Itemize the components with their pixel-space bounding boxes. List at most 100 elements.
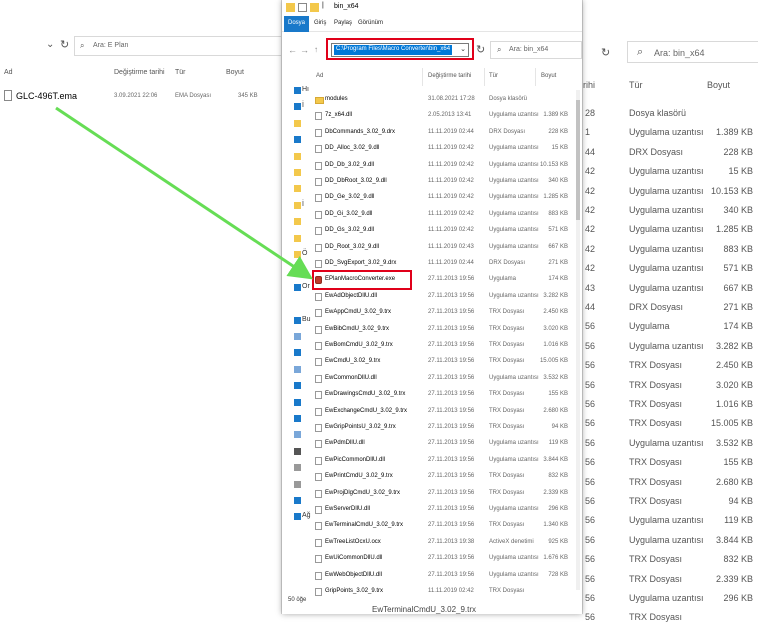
file-row[interactable]: EwDrawingsCmdU_3.02_9.trx 27.11.2013 19:5… bbox=[312, 387, 582, 403]
nav-pane-item[interactable] bbox=[286, 379, 308, 395]
file-row[interactable]: 56 TRX Dosyası 832 KB bbox=[583, 550, 758, 569]
file-row[interactable]: 42 Uygulama uzantısı 1.285 KB bbox=[583, 220, 758, 239]
back-icon[interactable]: ← bbox=[288, 45, 297, 55]
nav-pane-item[interactable] bbox=[286, 150, 308, 166]
file-row[interactable]: EwPdmDllU.dll 27.11.2013 19:56 Uygulama uz… bbox=[312, 436, 582, 452]
nav-pane-item[interactable] bbox=[286, 494, 308, 510]
nav-pane-item[interactable] bbox=[286, 363, 308, 379]
file-row[interactable]: 56 Uygulama uzantısı 3.844 KB bbox=[583, 531, 758, 550]
file-row[interactable]: 56 TRX Dosyası 1.016 KB bbox=[583, 395, 758, 414]
nav-pane-item[interactable] bbox=[286, 412, 308, 428]
file-row[interactable]: DD_DbRoot_3.02_9.dll 11.11.2019 02:42 Uygu… bbox=[312, 174, 582, 190]
file-row[interactable]: DD_Gi_3.02_9.dll 11.11.2019 02:42 Uygulama… bbox=[312, 207, 582, 223]
chevron-down-icon[interactable]: ⌄ bbox=[460, 45, 466, 53]
nav-pane-item[interactable]: İ bbox=[286, 199, 308, 215]
column-header-date[interactable]: Değiştirme tarihi bbox=[428, 73, 471, 79]
nav-pane-item[interactable] bbox=[286, 215, 308, 231]
file-row[interactable]: 28 Dosya klasörü bbox=[583, 104, 758, 123]
column-header-type[interactable]: Tür bbox=[489, 73, 498, 79]
file-row[interactable]: EwAppCmdU_3.02_9.trx 27.11.2013 19:56 TRX … bbox=[312, 305, 582, 321]
file-row[interactable]: 1 Uygulama uzantısı 1.389 KB bbox=[583, 123, 758, 142]
column-header-size[interactable]: Boyut bbox=[707, 80, 730, 90]
tab-dosya[interactable]: Dosya bbox=[284, 16, 310, 32]
search-input[interactable]: ⌕ Ara: E Plan bbox=[74, 36, 282, 56]
file-row[interactable]: EwPrintCmdU_3.02_9.trx 27.11.2013 19:56 TR… bbox=[312, 469, 582, 485]
file-row[interactable]: DD_Db_3.02_9.dll 11.11.2019 02:42 Uygulama… bbox=[312, 158, 582, 174]
file-row[interactable]: DD_SvgExport_3.02_9.drx 11.11.2019 02:44 D… bbox=[312, 256, 582, 272]
file-row[interactable]: modules 31.08.2021 17:28 Dosya klasörü bbox=[312, 92, 582, 108]
nav-pane-item[interactable] bbox=[286, 264, 308, 280]
column-divider[interactable] bbox=[422, 68, 423, 86]
nav-pane-item[interactable] bbox=[286, 461, 308, 477]
file-row[interactable]: 56 TRX Dosyası 2.680 KB bbox=[583, 473, 758, 492]
nav-pane-item[interactable] bbox=[286, 232, 308, 248]
file-row[interactable]: DbCommands_3.02_9.drx 11.11.2019 02:44 DRX… bbox=[312, 125, 582, 141]
right-search-input[interactable]: ⌕ Ara: bin_x64 bbox=[627, 41, 758, 63]
up-icon[interactable]: ↑ bbox=[314, 45, 318, 54]
file-row[interactable]: EwServerDllU.dll 27.11.2013 19:56 Uygulama… bbox=[312, 502, 582, 518]
file-row[interactable]: 56 TRX Dosyası 3.020 KB bbox=[583, 376, 758, 395]
file-row[interactable]: 56 TRX Dosyası 15.005 KB bbox=[583, 414, 758, 433]
file-row[interactable]: 43 Uygulama uzantısı 667 KB bbox=[583, 279, 758, 298]
nav-pane-item[interactable] bbox=[286, 182, 308, 198]
nav-pane-item[interactable] bbox=[286, 117, 308, 133]
file-row[interactable]: DD_Ge_3.02_9.dll 11.11.2019 02:42 Uygulama… bbox=[312, 190, 582, 206]
vertical-scrollbar[interactable] bbox=[576, 90, 580, 590]
nav-pane-item[interactable] bbox=[286, 428, 308, 444]
tab-gorunum[interactable]: Görünüm bbox=[358, 20, 383, 26]
file-row[interactable]: 56 TRX Dosyası 94 KB bbox=[583, 492, 758, 511]
file-row[interactable]: EwBomCmdU_3.02_9.trx 27.11.2013 19:56 TRX … bbox=[312, 338, 582, 354]
nav-pane-item[interactable]: Or bbox=[286, 281, 310, 297]
tab-giris[interactable]: Giriş bbox=[314, 20, 326, 26]
refresh-icon[interactable]: ↻ bbox=[601, 46, 610, 59]
address-bar[interactable]: C:\Program Files\Macro Converter\bin_x64… bbox=[326, 38, 474, 60]
chevron-down-icon[interactable]: ⌄ bbox=[46, 39, 54, 50]
file-row[interactable]: EwUiCommonDllU.dll 27.11.2013 19:56 Uygula… bbox=[312, 551, 582, 567]
file-row[interactable]: EwCmdU_3.02_9.trx 27.11.2013 19:56 TRX Dos… bbox=[312, 354, 582, 370]
file-row[interactable]: 56 TRX Dosyası bbox=[583, 608, 758, 627]
file-row[interactable]: EwTreeListOcxU.ocx 27.11.2013 19:38 Active… bbox=[312, 535, 582, 551]
folder-icon[interactable] bbox=[310, 3, 319, 12]
file-row[interactable]: 42 Uygulama uzantısı 883 KB bbox=[583, 240, 758, 259]
nav-pane-item[interactable]: İ bbox=[286, 100, 308, 116]
nav-pane-item[interactable] bbox=[286, 396, 308, 412]
file-row[interactable]: 42 Uygulama uzantısı 10.153 KB bbox=[583, 182, 758, 201]
file-row[interactable]: EwProjDlgCmdU_3.02_9.trx 27.11.2013 19:56… bbox=[312, 486, 582, 502]
file-row[interactable]: DD_Gs_3.02_9.dll 11.11.2019 02:42 Uygulama… bbox=[312, 223, 582, 239]
column-header-date-partial[interactable]: rihi bbox=[583, 80, 595, 90]
search-input[interactable]: ⌕ Ara: bin_x64 bbox=[490, 41, 582, 59]
file-row[interactable]: DD_Alloc_3.02_9.dll 11.11.2019 02:42 Uygul… bbox=[312, 141, 582, 157]
file-row[interactable]: GripPoints_3.02_9.trx 11.11.2019 02:42 TRX… bbox=[312, 584, 582, 600]
file-row[interactable]: 42 Uygulama uzantısı 340 KB bbox=[583, 201, 758, 220]
refresh-icon[interactable]: ↻ bbox=[476, 43, 485, 56]
file-row[interactable]: 56 Uygulama uzantısı 119 KB bbox=[583, 511, 758, 530]
refresh-icon[interactable]: ↻ bbox=[60, 38, 69, 51]
file-row[interactable]: DD_Root_3.02_9.dll 11.11.2019 02:43 Uygula… bbox=[312, 240, 582, 256]
column-header-type[interactable]: Tür bbox=[629, 80, 643, 90]
checkbox-icon[interactable] bbox=[298, 3, 307, 12]
column-header-name[interactable]: Ad bbox=[316, 73, 323, 79]
file-row[interactable]: 56 Uygulama uzantısı 296 KB bbox=[583, 589, 758, 608]
file-row[interactable]: EwExchangeCmdU_3.02_9.trx 27.11.2013 19:5… bbox=[312, 404, 582, 420]
nav-pane-item[interactable]: Ö bbox=[286, 248, 308, 264]
file-row[interactable]: 42 Uygulama uzantısı 15 KB bbox=[583, 162, 758, 181]
file-row[interactable]: EwGripPointsU_3.02_9.trx 27.11.2013 19:56… bbox=[312, 420, 582, 436]
nav-pane-item[interactable] bbox=[286, 445, 308, 461]
file-row-ema[interactable]: GLC-496T.ema 3.09.2021 22:06 EMA Dosyası… bbox=[0, 88, 282, 106]
column-header-type[interactable]: Tür bbox=[175, 69, 186, 76]
nav-pane-item[interactable] bbox=[286, 346, 308, 362]
nav-pane-item[interactable]: Hı bbox=[286, 84, 309, 100]
column-header-name[interactable]: Ad bbox=[4, 69, 13, 76]
column-header-date[interactable]: Değiştirme tarihi bbox=[114, 69, 165, 76]
scrollbar-thumb[interactable] bbox=[576, 100, 580, 220]
nav-pane-item[interactable] bbox=[286, 478, 308, 494]
column-header-size[interactable]: Boyut bbox=[226, 69, 244, 76]
nav-pane-item[interactable] bbox=[286, 166, 308, 182]
file-row[interactable]: EPlanMacroConverter.exe 27.11.2013 19:56 U… bbox=[312, 272, 582, 288]
nav-pane-item[interactable]: Bu bbox=[286, 314, 311, 330]
file-row[interactable]: EwAdObjectDllU.dll 27.11.2013 19:56 Uygula… bbox=[312, 289, 582, 305]
file-row[interactable]: 56 Uygulama 174 KB bbox=[583, 317, 758, 336]
forward-icon[interactable]: → bbox=[300, 45, 309, 55]
file-row[interactable]: EwTerminalCmdU_3.02_9.trx 27.11.2013 19:5… bbox=[312, 518, 582, 534]
nav-pane-item[interactable] bbox=[286, 297, 308, 313]
